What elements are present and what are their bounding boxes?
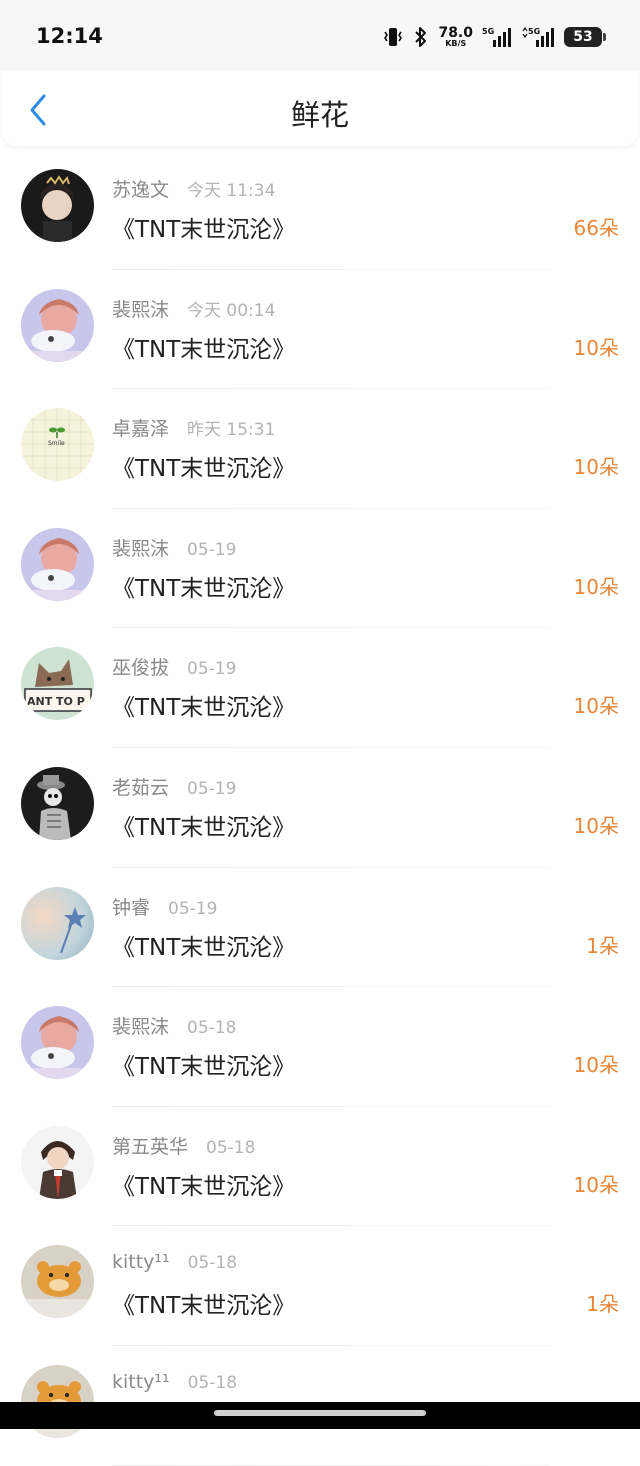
list-item[interactable]: 苏逸文 今天 11:34 《TNT末世沉沦》 66朵: [0, 150, 640, 270]
home-indicator[interactable]: [214, 1410, 426, 1416]
sender-name[interactable]: 巫俊拔: [112, 653, 169, 680]
avatar[interactable]: [21, 169, 94, 242]
status-bar: 12:14 78.0 KB/S 5G 5G 53: [0, 0, 640, 70]
flower-count: 10朵: [573, 335, 619, 360]
book-title[interactable]: 《TNT末世沉沦》: [112, 928, 295, 962]
page-title: 鲜花: [290, 98, 349, 132]
list-item[interactable]: ANT TO P 巫俊拔 05-19 《TNT末世沉沦》 10朵: [0, 628, 640, 748]
sender-name[interactable]: 裴熙沫: [112, 534, 169, 561]
item-meta: 卓嘉泽 昨天 15:31: [112, 414, 275, 441]
network-speed-unit: KB/S: [445, 39, 467, 48]
sender-name[interactable]: 苏逸文: [112, 175, 169, 202]
list-item[interactable]: Smile 卓嘉泽 昨天 15:31 《TNT末世沉沦》 10朵: [0, 389, 640, 509]
sender-name[interactable]: 裴熙沫: [112, 295, 169, 322]
avatar[interactable]: [21, 1006, 94, 1080]
status-time: 12:14: [36, 24, 103, 48]
status-icons: 78.0 KB/S 5G 5G 53: [382, 24, 606, 50]
signal-icon: 5G: [521, 26, 555, 48]
flower-count: 10朵: [573, 1172, 619, 1197]
svg-text:Smile: Smile: [48, 440, 65, 447]
avatar[interactable]: [21, 766, 94, 840]
vibrate-icon: [382, 26, 404, 48]
battery-icon: 53: [564, 27, 606, 47]
list-item[interactable]: 老茹云 05-19 《TNT末世沉沦》 10朵: [0, 748, 640, 868]
send-time: 昨天 15:31: [187, 420, 276, 441]
list-item[interactable]: 裴熙沫 05-18 《TNT末世沉沦》 10朵: [0, 987, 640, 1107]
avatar[interactable]: [21, 527, 94, 601]
send-time: 05-18: [187, 1018, 237, 1039]
send-time: 05-18: [187, 1253, 238, 1274]
item-meta: 苏逸文 今天 11:34: [112, 175, 275, 202]
svg-text:ANT TO P: ANT TO P: [27, 695, 85, 708]
send-time: 05-19: [187, 778, 237, 799]
send-time: 今天 00:14: [187, 300, 276, 321]
list-item[interactable]: 裴熙沫 今天 00:14 《TNT末世沉沦》 10朵: [0, 270, 640, 390]
sender-name[interactable]: 卓嘉泽: [112, 414, 169, 441]
item-meta: 巫俊拔 05-19: [112, 653, 236, 680]
book-title[interactable]: 《TNT末世沉沦》: [112, 330, 295, 364]
send-time: 05-19: [168, 898, 218, 919]
list-item[interactable]: 钟睿 05-19 《TNT末世沉沦》 1朵: [0, 868, 640, 988]
avatar[interactable]: [21, 886, 94, 960]
sender-name[interactable]: 第五英华: [112, 1132, 188, 1159]
flower-count: 66朵: [573, 216, 619, 240]
item-meta: 裴熙沫 05-19: [112, 534, 236, 561]
avatar[interactable]: [21, 1125, 94, 1199]
signal-icon: 5G: [482, 26, 512, 48]
sender-name[interactable]: kitty¹¹: [112, 1371, 170, 1393]
send-time: 05-19: [187, 659, 237, 680]
battery-level: 53: [573, 29, 593, 45]
network-speed: 78.0 KB/S: [438, 26, 473, 48]
avatar[interactable]: ANT TO P: [21, 647, 94, 721]
list-item[interactable]: kitty¹¹ 05-18 《TNT末世沉沦》 1朵: [0, 1226, 640, 1346]
flower-count: 10朵: [573, 694, 619, 719]
header: 鲜花: [2, 70, 638, 146]
avatar[interactable]: [21, 288, 94, 362]
flower-count: 10朵: [573, 574, 619, 599]
send-time: 05-18: [206, 1137, 256, 1158]
sender-name[interactable]: 裴熙沫: [112, 1012, 169, 1039]
sender-name[interactable]: kitty¹¹: [112, 1251, 170, 1273]
sender-name[interactable]: 老茹云: [112, 773, 169, 800]
item-meta: 裴熙沫 今天 00:14: [112, 295, 275, 322]
item-meta: 第五英华 05-18: [112, 1132, 255, 1159]
flower-count: 10朵: [573, 455, 619, 480]
book-title[interactable]: 《TNT末世沉沦》: [112, 688, 295, 722]
book-title[interactable]: 《TNT末世沉沦》: [112, 1047, 295, 1081]
send-time: 05-19: [187, 539, 237, 560]
flower-list: 苏逸文 今天 11:34 《TNT末世沉沦》 66朵 裴熙沫 今天 00:14 …: [0, 150, 640, 1466]
send-time: 05-18: [187, 1372, 238, 1393]
book-title[interactable]: 《TNT末世沉沦》: [112, 210, 295, 244]
flower-count: 10朵: [573, 1053, 619, 1078]
book-title[interactable]: 《TNT末世沉沦》: [112, 808, 295, 842]
list-item[interactable]: 裴熙沫 05-19 《TNT末世沉沦》 10朵: [0, 509, 640, 629]
network-speed-value: 78.0: [438, 25, 473, 41]
item-meta: 钟睿 05-19: [112, 893, 217, 920]
send-time: 今天 11:34: [187, 181, 276, 201]
bluetooth-icon: [413, 26, 429, 48]
avatar[interactable]: Smile: [21, 408, 94, 482]
flower-count: 1朵: [586, 933, 619, 958]
item-meta: kitty¹¹ 05-18: [112, 1251, 237, 1273]
sender-name[interactable]: 钟睿: [112, 893, 150, 920]
flower-count: 1朵: [586, 1292, 619, 1317]
item-meta: 老茹云 05-19: [112, 773, 236, 800]
book-title[interactable]: 《TNT末世沉沦》: [112, 1167, 295, 1201]
book-title[interactable]: 《TNT末世沉沦》: [112, 569, 295, 603]
list-item[interactable]: 第五英华 05-18 《TNT末世沉沦》 10朵: [0, 1107, 640, 1227]
flower-count: 10朵: [573, 813, 619, 838]
signal-2-label: 5G: [528, 27, 540, 36]
signal-1-label: 5G: [482, 27, 494, 36]
item-meta: kitty¹¹ 05-18: [112, 1371, 237, 1393]
book-title[interactable]: 《TNT末世沉沦》: [112, 1286, 295, 1320]
avatar[interactable]: [21, 1245, 94, 1319]
gesture-nav-bar: [0, 1402, 640, 1429]
book-title[interactable]: 《TNT末世沉沦》: [112, 449, 295, 483]
item-meta: 裴熙沫 05-18: [112, 1012, 236, 1039]
